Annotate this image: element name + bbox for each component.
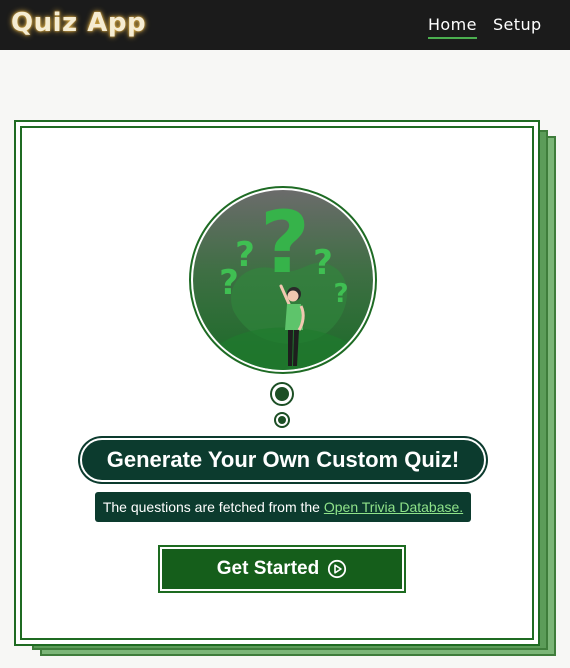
play-circle-icon <box>327 559 347 579</box>
card-inner-border: ? ? ? ? ? Generate Your Own Custom Quiz!… <box>20 126 534 640</box>
welcome-card: ? ? ? ? ? Generate Your Own Custom Quiz!… <box>14 120 540 646</box>
navbar: Quiz App Home Setup <box>0 0 570 50</box>
subtitle-text: The questions are fetched from the <box>102 499 324 515</box>
subtitle: The questions are fetched from the Open … <box>95 492 471 522</box>
get-started-button[interactable]: Get Started <box>158 545 406 593</box>
open-trivia-link[interactable]: Open Trivia Database. <box>324 499 463 515</box>
svg-text:?: ? <box>219 263 239 303</box>
nav-link-home[interactable]: Home <box>428 15 477 39</box>
svg-text:?: ? <box>333 279 348 309</box>
page-title: Generate Your Own Custom Quiz! <box>80 438 486 482</box>
thought-bubble-small <box>276 414 288 426</box>
svg-text:?: ? <box>313 243 333 283</box>
thought-bubble-large <box>272 384 292 404</box>
app-brand[interactable]: Quiz App <box>11 8 146 38</box>
get-started-button-face[interactable]: Get Started <box>162 549 402 589</box>
nav-link-setup[interactable]: Setup <box>493 15 542 34</box>
svg-text:?: ? <box>260 193 310 293</box>
get-started-label: Get Started <box>216 558 320 579</box>
hero-image-frame: ? ? ? ? ? <box>189 186 377 374</box>
person-with-question-marks-illustration: ? ? ? ? ? <box>193 190 373 370</box>
